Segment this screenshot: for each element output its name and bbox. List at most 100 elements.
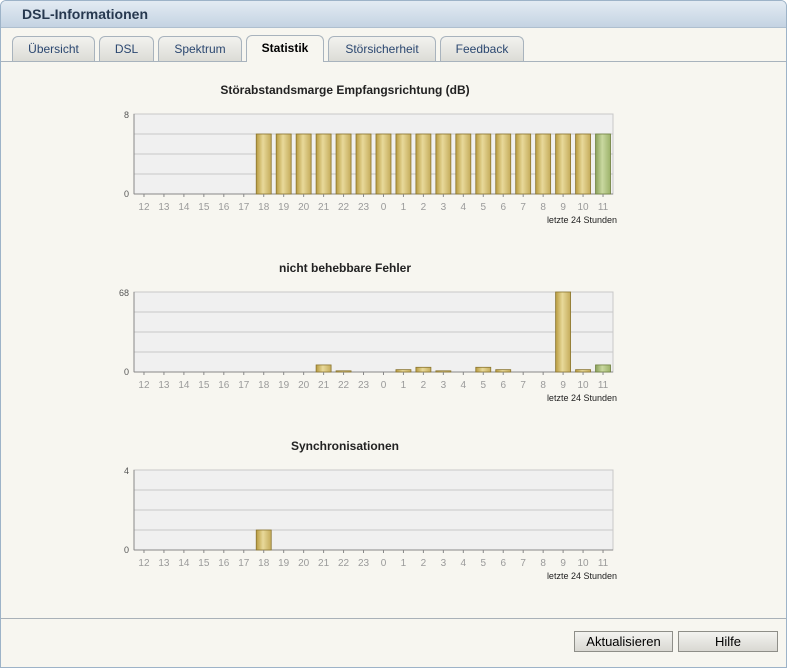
x-tick-label: 15 [198, 558, 210, 569]
tab-feedback[interactable]: Feedback [440, 36, 524, 61]
tab-dsl[interactable]: DSL [99, 36, 154, 61]
x-tick-label: 11 [598, 380, 609, 391]
x-tick-label: 9 [560, 202, 566, 213]
x-tick-label: 20 [298, 558, 310, 569]
x-tick-label: 22 [338, 558, 350, 569]
x-tick-label: 1 [401, 202, 407, 213]
x-tick-label: 7 [520, 380, 526, 391]
x-tick-label: 20 [298, 380, 310, 391]
bar [395, 369, 412, 373]
x-tick-label: 18 [258, 202, 270, 213]
x-tick-label: 0 [381, 558, 387, 569]
x-tick-label: 21 [318, 202, 330, 213]
x-tick-label: 2 [421, 558, 427, 569]
title-bar: DSL-Informationen [1, 1, 786, 28]
bar [435, 370, 452, 373]
chart-title: nicht behebbare Fehler [279, 261, 411, 275]
y-min-label: 0 [124, 367, 129, 377]
x-tick-label: 19 [278, 380, 290, 391]
x-tick-label: 16 [218, 202, 230, 213]
bar [435, 133, 452, 195]
x-tick-label: 6 [500, 380, 506, 391]
tab-stoersicherheit[interactable]: Störsicherheit [328, 36, 436, 61]
x-tick-label: 3 [441, 202, 447, 213]
x-tick-label: 18 [258, 380, 270, 391]
statistik-panel: Störabstandsmarge Empfangsrichtung (dB) 8… [1, 62, 786, 618]
chart-title: Störabstandsmarge Empfangsrichtung (dB) [220, 83, 469, 97]
x-tick-label: 1 [401, 380, 407, 391]
x-tick-label: 13 [158, 380, 170, 391]
x-tick-label: 8 [540, 558, 546, 569]
x-tick-label: 7 [520, 558, 526, 569]
x-tick-label: 22 [338, 202, 350, 213]
x-tick-label: 17 [238, 202, 250, 213]
x-tick-label: 8 [540, 380, 546, 391]
bar [455, 133, 472, 195]
bar [595, 133, 611, 195]
x-tick-label: 10 [578, 558, 590, 569]
x-tick-label: 3 [441, 380, 447, 391]
x-tick-label: 15 [198, 380, 210, 391]
x-tick-label: 16 [218, 380, 230, 391]
bar [375, 133, 392, 195]
bar [335, 133, 352, 195]
bar [555, 291, 572, 373]
tab-uebersicht[interactable]: Übersicht [12, 36, 95, 61]
x-tick-label: 10 [578, 380, 590, 391]
x-tick-label: 19 [278, 558, 290, 569]
x-tick-label: 11 [598, 558, 609, 569]
button-bar: Aktualisieren Hilfe [1, 618, 786, 667]
x-tick-label: 5 [480, 558, 486, 569]
bar [415, 366, 432, 373]
x-tick-label: 20 [298, 202, 310, 213]
x-tick-label: 17 [238, 380, 250, 391]
x-tick-label: 16 [218, 558, 230, 569]
bar [475, 366, 492, 373]
chart-3: Synchronisationen4012 13 14 15 16 17 18 19 20 21 2… [124, 439, 617, 581]
x-tick-label: 21 [318, 558, 330, 569]
dsl-info-window: DSL-Informationen Übersicht DSL Spektrum… [0, 0, 787, 668]
x-tick-label: 17 [238, 558, 250, 569]
bar [575, 133, 591, 195]
x-tick-label: 12 [138, 380, 150, 391]
x-tick-label: 18 [258, 558, 270, 569]
x-tick-label: 14 [178, 380, 190, 391]
x-tick-label: 3 [441, 558, 447, 569]
x-tick-label: 4 [461, 558, 467, 569]
x-tick-label: 14 [178, 558, 190, 569]
x-tick-label: 4 [461, 380, 467, 391]
x-tick-label: 14 [178, 202, 190, 213]
x-tick-label: 4 [461, 202, 467, 213]
x-tick-label: 22 [338, 380, 350, 391]
tab-spektrum[interactable]: Spektrum [158, 36, 242, 61]
x-tick-label: 12 [138, 558, 150, 569]
chart-1: Störabstandsmarge Empfangsrichtung (dB) 8… [124, 83, 617, 225]
x-axis-label: letzte 24 Stunden [547, 393, 617, 403]
y-max-label: 8 [124, 110, 129, 120]
bar [355, 133, 372, 195]
x-tick-label: 11 [598, 202, 609, 213]
bar [315, 133, 332, 195]
bar [515, 133, 532, 195]
bar [315, 364, 332, 373]
x-tick-label: 12 [138, 202, 150, 213]
statistics-charts: Störabstandsmarge Empfangsrichtung (dB) 8… [119, 83, 617, 581]
x-tick-label: 0 [381, 202, 387, 213]
x-tick-label: 2 [421, 202, 427, 213]
chart-2: nicht behebbare Fehler68012 13 14 15 16 17 18 1… [119, 261, 617, 403]
tab-statistik[interactable]: Statistik [246, 35, 324, 62]
bar [475, 133, 492, 195]
x-tick-label: 5 [480, 380, 486, 391]
refresh-button[interactable]: Aktualisieren [574, 631, 673, 652]
x-tick-label: 13 [158, 558, 170, 569]
bar [415, 133, 432, 195]
x-tick-label: 21 [318, 380, 330, 391]
x-tick-label: 15 [198, 202, 210, 213]
chart-title: Synchronisationen [291, 439, 399, 453]
bar [255, 529, 272, 551]
bar [255, 133, 272, 195]
x-tick-label: 1 [401, 558, 407, 569]
help-button[interactable]: Hilfe [678, 631, 778, 652]
bar [395, 133, 412, 195]
bar [495, 369, 512, 373]
